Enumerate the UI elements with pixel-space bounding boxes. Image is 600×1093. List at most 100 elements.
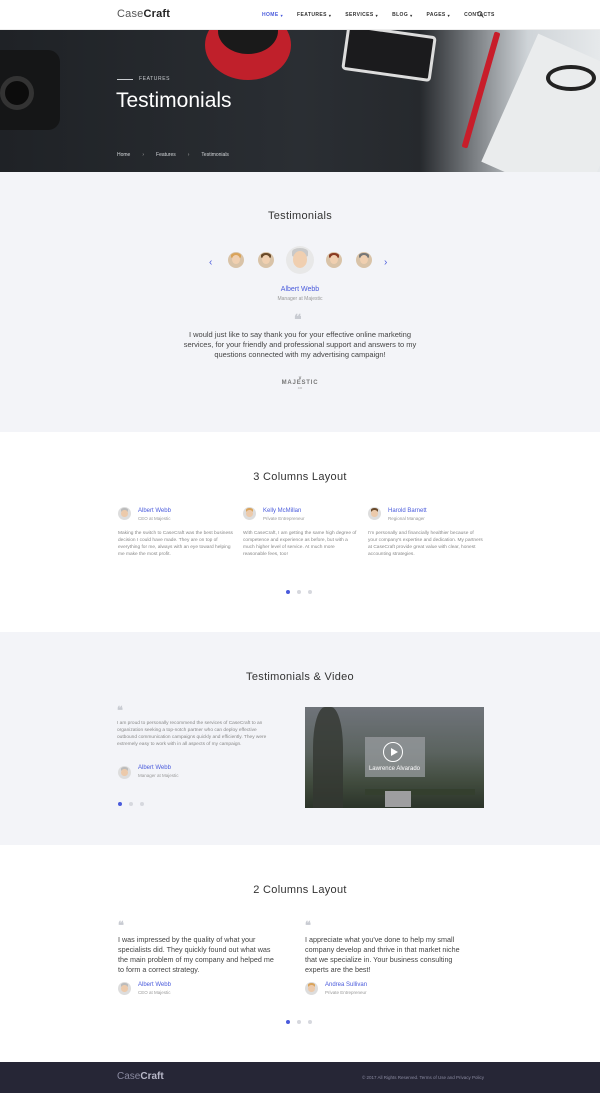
avatar-active[interactable] (286, 246, 314, 274)
eyebrow-line (117, 78, 133, 80)
breadcrumb-separator: › (142, 152, 145, 158)
avatar (118, 982, 131, 995)
author-name[interactable]: Kelly McMillan (263, 508, 301, 514)
avatar (118, 766, 131, 779)
carousel-dot[interactable] (308, 1020, 312, 1024)
avatar[interactable] (356, 252, 372, 268)
play-icon[interactable] (383, 742, 403, 762)
avatar-face (246, 509, 253, 517)
glasses-image (546, 65, 596, 91)
carousel-dot-active[interactable] (286, 1020, 290, 1024)
section-title: Testimonials (267, 210, 333, 222)
two-columns-section (0, 845, 600, 1062)
carousel-dot[interactable] (140, 802, 144, 806)
carousel-dot-active[interactable] (286, 590, 290, 594)
breadcrumb-features[interactable]: Features (156, 152, 176, 158)
quote-icon: ❝ (294, 312, 302, 328)
section-title: 3 Columns Layout (253, 471, 347, 483)
nav-item-features[interactable]: FEATURES ▾ (297, 12, 331, 18)
carousel-dot[interactable] (308, 590, 312, 594)
nav-label: PAGES (426, 12, 446, 18)
avatar (243, 507, 256, 520)
author-name[interactable]: Albert Webb (138, 982, 171, 988)
avatar-face (293, 251, 307, 268)
nav-item-home[interactable]: HOME ▾ (262, 12, 283, 18)
notebook-image (481, 33, 600, 172)
chevron-down-icon: ▾ (280, 12, 284, 18)
nav-item-pages[interactable]: PAGES ▾ (427, 12, 451, 18)
chevron-down-icon: ▾ (375, 12, 379, 18)
author-name[interactable]: Harold Barnett (388, 508, 427, 514)
search-icon[interactable] (477, 11, 484, 18)
featured-quote: I would just like to say thank you for y… (183, 330, 417, 359)
footer-logo[interactable]: CaseCraft (117, 1071, 164, 1082)
testimonial-text: Making the switch to CaseCraft was the b… (118, 531, 233, 557)
quote-icon: ❝ (117, 704, 123, 717)
author-role: CEO at Majestic (138, 516, 171, 521)
featured-name: Albert Webb (280, 286, 320, 293)
breadcrumb-home[interactable]: Home (117, 152, 130, 158)
nav-label: FEATURES (297, 12, 327, 18)
nav-label: SERVICES (345, 12, 374, 18)
chevron-down-icon: ▾ (328, 12, 332, 18)
quote-icon: ❝ (305, 919, 311, 932)
section-title: Testimonials & Video (246, 671, 354, 683)
author-name[interactable]: Andrea Sullivan (325, 982, 367, 988)
logo-light-text: Case (117, 1071, 141, 1082)
avatar-face (262, 254, 270, 265)
site-logo[interactable]: CaseCraft (117, 8, 170, 20)
quote-icon: ❝ (118, 919, 124, 932)
author-role: Private Entrepreneur (263, 516, 305, 521)
author-name[interactable]: Albert Webb (138, 508, 171, 514)
nav-item-blog[interactable]: BLOG ▾ (392, 12, 412, 18)
author-role: Private Entrepreneur (325, 990, 367, 995)
avatar (118, 507, 131, 520)
avatar-face (308, 984, 315, 992)
nav-label: HOME (262, 12, 279, 18)
testimonial-text: With CaseCraft, I am getting the same hi… (243, 531, 357, 557)
testimonial-text: I am proud to personally recommend the s… (117, 721, 267, 747)
site-footer: CaseCraft © 2017 All Rights Reserved. Te… (0, 1062, 600, 1093)
carousel-dots (286, 1020, 312, 1024)
page-title: Testimonials (116, 89, 232, 112)
avatar[interactable] (228, 252, 244, 268)
carousel-dot[interactable] (129, 802, 133, 806)
avatar-face (330, 254, 338, 265)
video-caption: Lawrence Alvarado (368, 766, 421, 772)
nav-label: BLOG (392, 12, 409, 18)
avatar[interactable] (258, 252, 274, 268)
breadcrumb: Home › Features › Testimonials (117, 152, 229, 158)
avatar-face (232, 254, 240, 265)
breadcrumb-current: Testimonials (201, 152, 229, 158)
testimonial-text: I'm personally and financially healthier… (368, 531, 483, 557)
phone-image (341, 30, 437, 83)
carousel-dot-active[interactable] (118, 802, 122, 806)
breadcrumb-separator: › (187, 152, 190, 158)
majestic-logo: ♛ MAJESTIC CO (280, 375, 320, 395)
carousel-dots (286, 590, 312, 594)
carousel-dot[interactable] (297, 1020, 301, 1024)
author-name[interactable]: Albert Webb (138, 765, 171, 771)
camera-lens-image (0, 76, 34, 110)
testimonial-text: I appreciate what you've done to help my… (305, 935, 460, 974)
featured-role: Manager at Majestic (277, 296, 323, 302)
avatar[interactable] (326, 252, 342, 268)
copyright: © 2017 All Rights Reserved. Terms of Use… (361, 1075, 484, 1080)
hero-eyebrow: FEATURES (117, 76, 170, 82)
logo-bold-text: Craft (143, 8, 171, 20)
chevron-down-icon: ▾ (410, 12, 413, 18)
chevron-down-icon: ▾ (447, 12, 451, 18)
avatar-face (121, 768, 128, 776)
author-role: CEO at Majestic (138, 990, 171, 995)
avatar-face (371, 509, 378, 517)
video-section (0, 632, 600, 845)
carousel-dots (118, 802, 144, 806)
nav-item-services[interactable]: SERVICES ▾ (345, 12, 378, 18)
avatar-carousel (208, 246, 392, 278)
carousel-dot[interactable] (297, 590, 301, 594)
testimonial-text: I was impressed by the quality of what y… (118, 935, 274, 974)
author-role: Manager at Majestic (138, 773, 179, 778)
avatar (305, 982, 318, 995)
avatar-face (121, 509, 128, 517)
avatar-face (360, 254, 368, 265)
